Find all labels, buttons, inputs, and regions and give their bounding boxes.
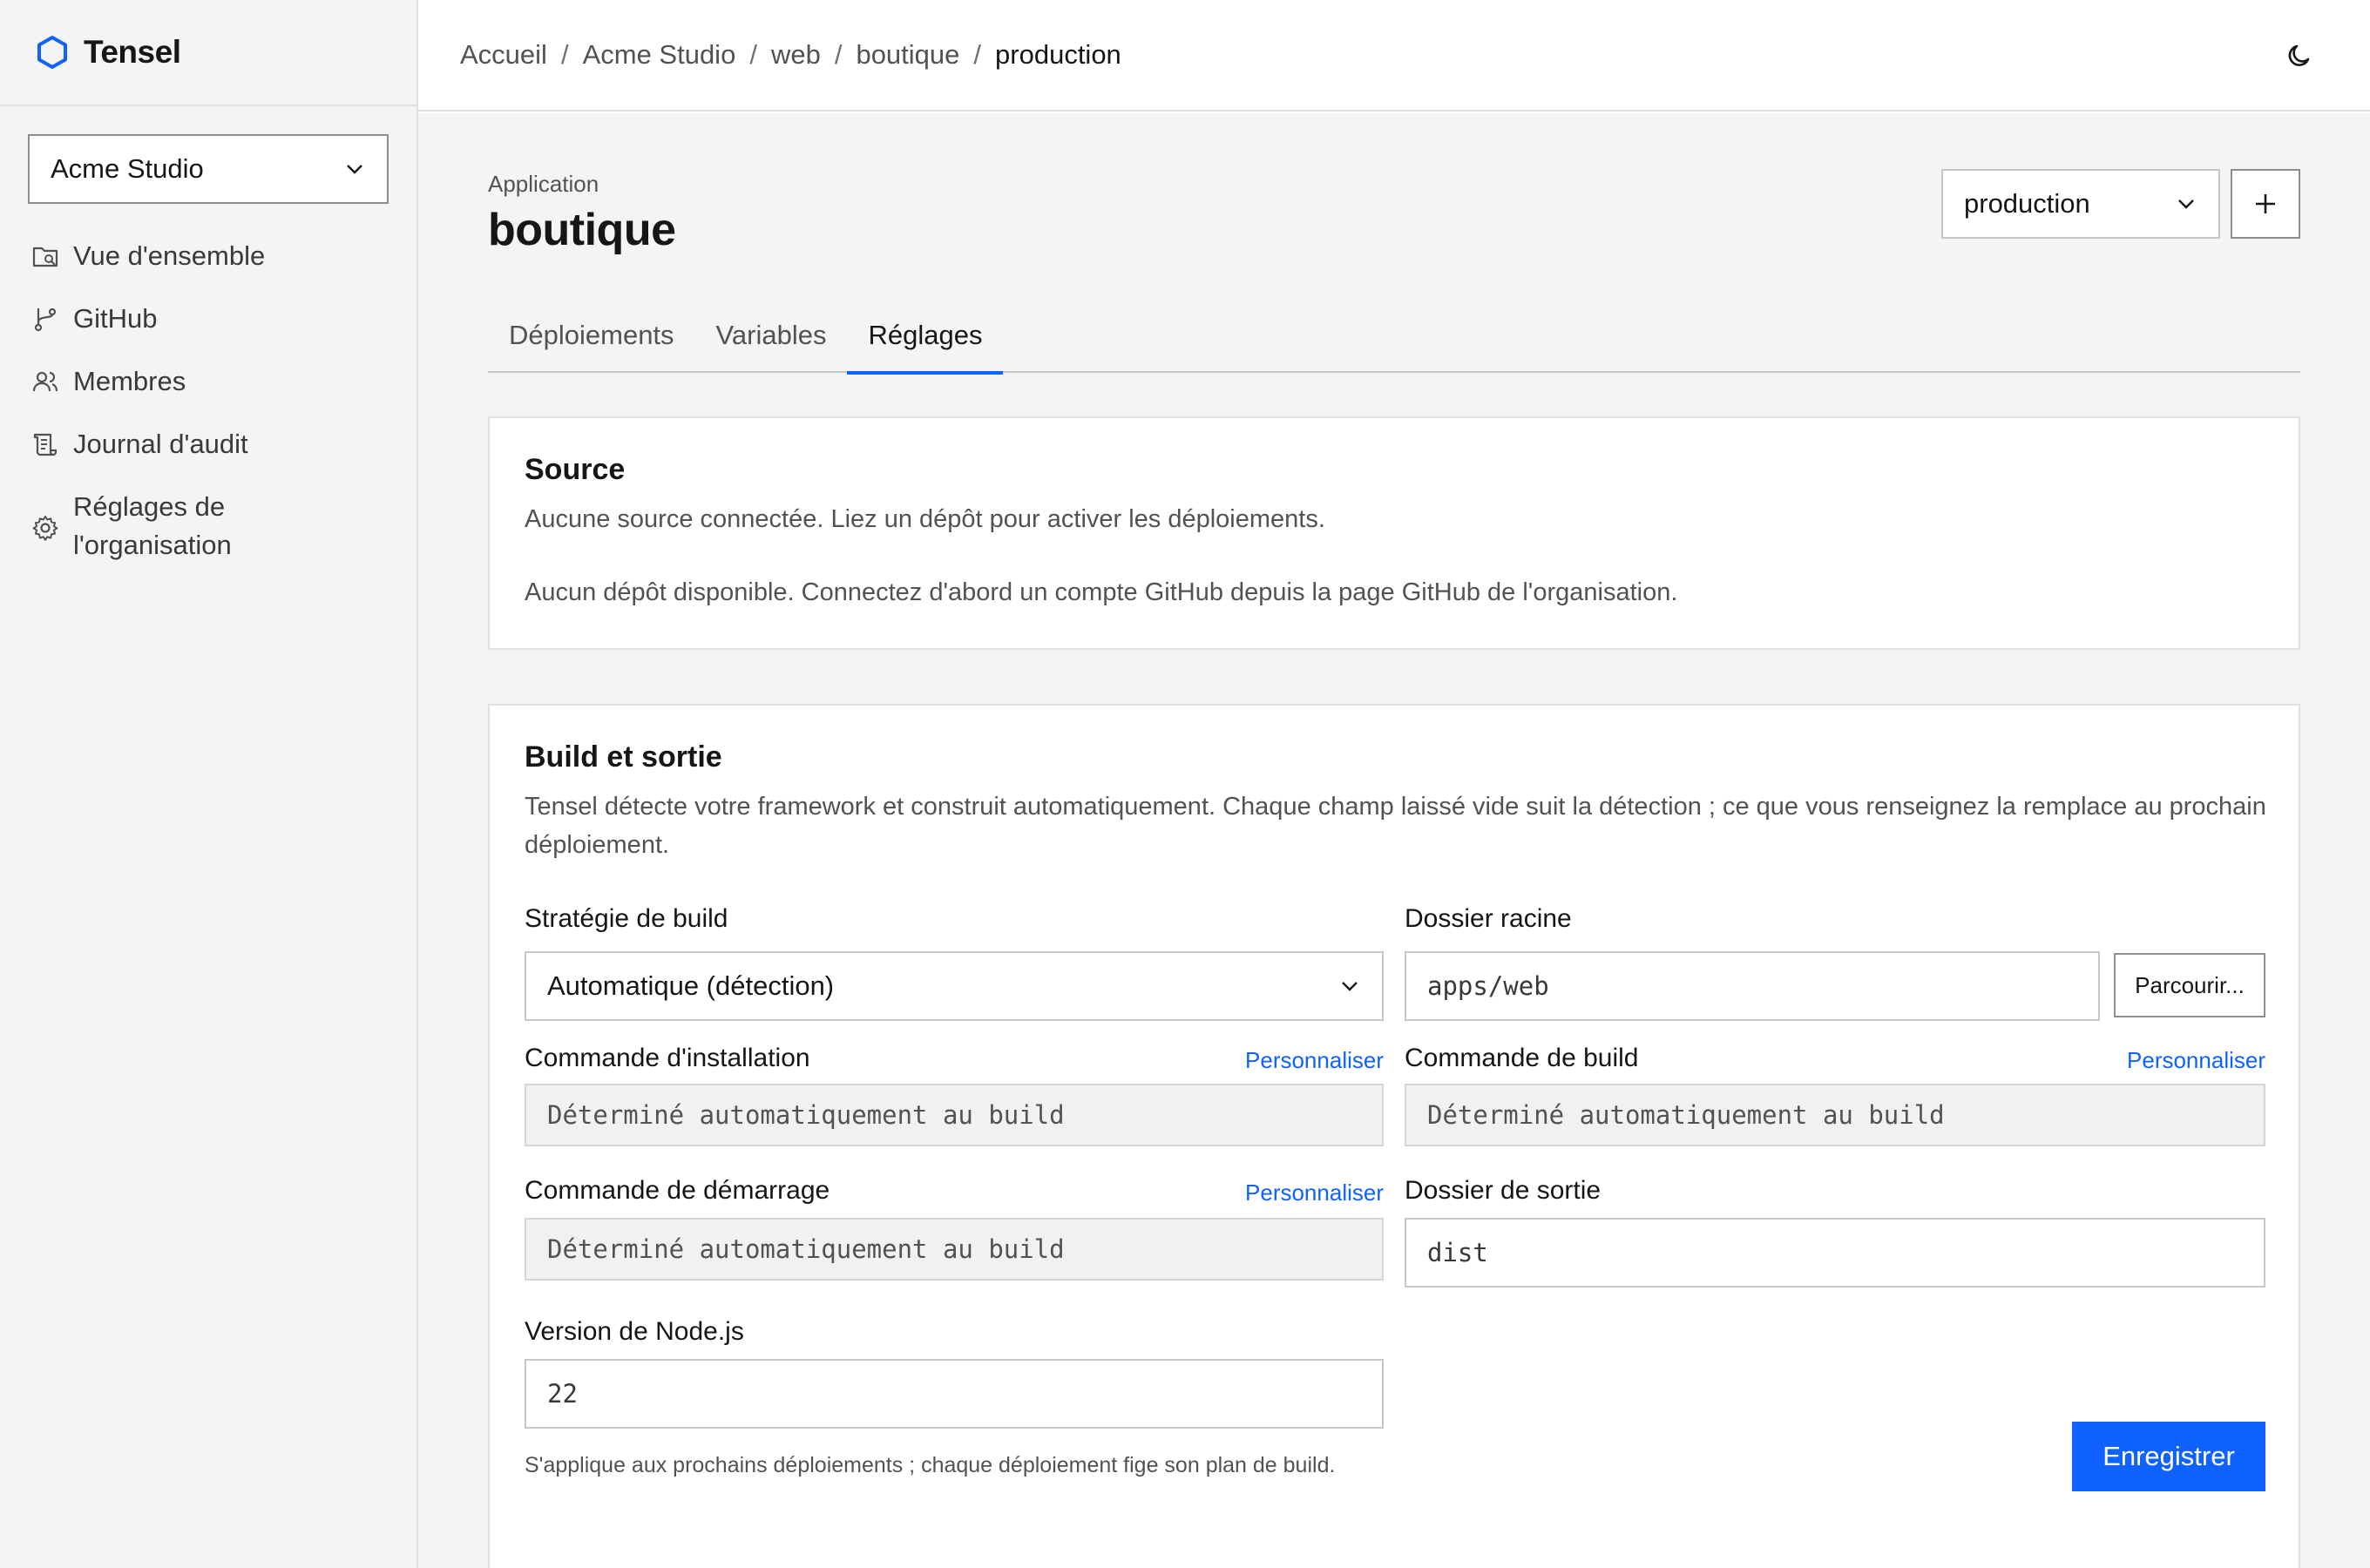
- build-card: Build et sortie Tensel détecte votre fra…: [488, 704, 2300, 1568]
- hexagon-logo-icon: [37, 36, 67, 69]
- organization-select-value: Acme Studio: [51, 153, 204, 184]
- moon-icon[interactable]: [2285, 40, 2316, 71]
- environment-select-value: production: [1964, 188, 2090, 219]
- sidebar: Tensel Acme Studio Vue d'ensemble GitHub: [0, 0, 418, 1568]
- app-name: Tensel: [84, 34, 181, 70]
- sidebar-item-github[interactable]: GitHub: [0, 287, 416, 350]
- build-command-field[interactable]: Déterminé automatiquement au build: [1405, 1084, 2265, 1146]
- branch-icon: [34, 308, 57, 332]
- install-command-label: Commande d'installation: [525, 1044, 810, 1072]
- sidebar-item-audit-log[interactable]: Journal d'audit: [0, 413, 416, 476]
- sidebar-item-members[interactable]: Membres: [0, 350, 416, 413]
- breadcrumb-separator: /: [973, 39, 982, 70]
- sidebar-nav: Vue d'ensemble GitHub Membres Journal d'…: [0, 225, 416, 577]
- root-dir-label: Dossier racine: [1405, 904, 1572, 933]
- build-title: Build et sortie: [525, 740, 722, 774]
- main-content: Application boutique production Déploiem…: [418, 113, 2370, 1568]
- build-strategy-value: Automatique (détection): [547, 970, 835, 1001]
- breadcrumb-separator: /: [560, 39, 569, 70]
- root-dir-input[interactable]: apps/web: [1405, 951, 2100, 1021]
- build-description: Tensel détecte votre framework et constr…: [525, 793, 2266, 859]
- sidebar-item-label: Vue d'ensemble: [73, 240, 266, 271]
- output-dir-label: Dossier de sortie: [1405, 1176, 1601, 1205]
- gear-icon: [32, 516, 58, 541]
- start-command-field[interactable]: Déterminé automatiquement au build: [525, 1218, 1384, 1281]
- source-hint-text: Aucun dépôt disponible. Connectez d'abor…: [525, 578, 1678, 606]
- tab-settings[interactable]: Réglages: [847, 298, 1004, 375]
- install-command-field[interactable]: Déterminé automatiquement au build: [525, 1084, 1384, 1146]
- start-customize-link[interactable]: Personnaliser: [1209, 1179, 1384, 1206]
- tab-deployments[interactable]: Déploiements: [488, 298, 695, 373]
- sidebar-item-overview[interactable]: Vue d'ensemble: [0, 225, 416, 287]
- breadcrumb-organization[interactable]: Acme Studio: [583, 39, 736, 71]
- breadcrumb-project[interactable]: web: [771, 39, 821, 71]
- folder-icon: [32, 247, 58, 267]
- plus-icon: [2256, 194, 2275, 213]
- build-footnote: S'applique aux prochains déploiements ; …: [525, 1453, 1336, 1477]
- source-title: Source: [525, 453, 626, 486]
- build-customize-link[interactable]: Personnaliser: [2091, 1047, 2265, 1074]
- node-version-label: Version de Node.js: [525, 1317, 744, 1346]
- scroll-icon: [33, 433, 58, 456]
- breadcrumb-separator: /: [834, 39, 843, 70]
- chevron-down-icon: [1342, 982, 1358, 991]
- browse-button[interactable]: Parcourir...: [2114, 953, 2265, 1017]
- breadcrumb-application[interactable]: boutique: [856, 39, 959, 71]
- chevron-down-icon: [347, 165, 362, 174]
- page-title: boutique: [488, 205, 676, 255]
- add-environment-button[interactable]: [2231, 169, 2300, 239]
- build-strategy-select[interactable]: Automatique (détection): [525, 951, 1384, 1021]
- breadcrumb-home[interactable]: Accueil: [460, 39, 547, 71]
- top-bar: Accueil / Acme Studio / web / boutique /…: [418, 0, 2370, 112]
- users-icon: [32, 371, 58, 392]
- sidebar-item-label: Membres: [73, 366, 186, 396]
- source-status-text: Aucune source connectée. Liez un dépôt p…: [525, 505, 1325, 533]
- chevron-down-icon: [2178, 199, 2194, 209]
- build-command-label: Commande de build: [1405, 1044, 1639, 1072]
- save-button[interactable]: Enregistrer: [2072, 1422, 2265, 1491]
- breadcrumb-separator: /: [749, 39, 757, 70]
- sidebar-item-label: Réglages de l'organisation: [73, 491, 232, 560]
- brand[interactable]: Tensel: [0, 0, 416, 106]
- organization-select[interactable]: Acme Studio: [28, 134, 389, 204]
- breadcrumb-environment: production: [995, 39, 1121, 70]
- sidebar-item-org-settings[interactable]: Réglages de l'organisation: [0, 476, 416, 577]
- sidebar-item-label: Journal d'audit: [73, 429, 248, 459]
- page-subtitle: Application: [488, 171, 599, 197]
- start-command-label: Commande de démarrage: [525, 1176, 830, 1205]
- install-customize-link[interactable]: Personnaliser: [1209, 1047, 1384, 1074]
- tab-variables[interactable]: Variables: [695, 298, 848, 373]
- breadcrumb: Accueil / Acme Studio / web / boutique /…: [460, 39, 1121, 71]
- tab-bar: Déploiements Variables Réglages: [488, 298, 2300, 375]
- sidebar-item-label: GitHub: [73, 303, 158, 334]
- build-strategy-label: Stratégie de build: [525, 904, 728, 933]
- output-dir-input[interactable]: dist: [1405, 1218, 2265, 1288]
- node-version-input[interactable]: 22: [525, 1359, 1384, 1429]
- environment-select[interactable]: production: [1941, 169, 2220, 239]
- source-card: Source Aucune source connectée. Liez un …: [488, 416, 2300, 650]
